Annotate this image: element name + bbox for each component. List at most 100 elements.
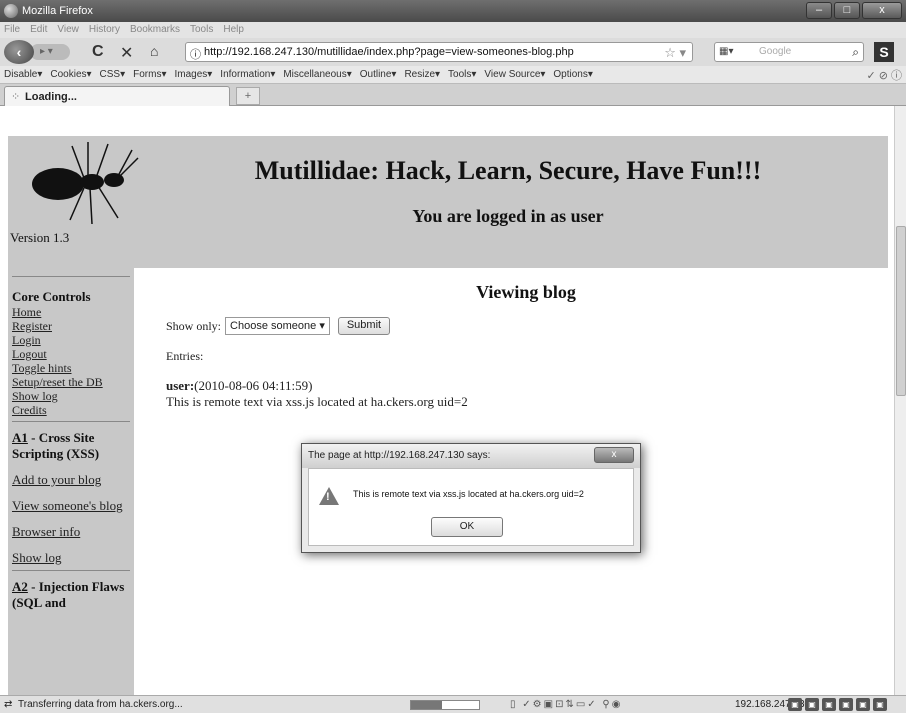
maximize-button[interactable]: □ <box>834 2 860 19</box>
filter-row: Show only: Choose someone ▾ Submit <box>166 317 886 335</box>
addon-icon[interactable]: ▣ <box>805 698 819 711</box>
menu-history[interactable]: History <box>89 22 120 38</box>
entries-label: Entries: <box>166 349 204 363</box>
minimize-button[interactable]: – <box>806 2 832 19</box>
addon-icon[interactable]: ▣ <box>873 698 887 711</box>
loading-progress-bar <box>410 700 480 710</box>
sidebar-divider <box>12 276 130 277</box>
devbar-status-icons: ✓ ⊘ ⓘ <box>866 70 902 82</box>
addon-status-icons: ▣ ▣ ▣ ▣ ▣ ▣ <box>788 698 887 711</box>
window-title: Mozilla Firefox <box>22 5 93 17</box>
dialog-ok-button[interactable]: OK <box>431 517 503 537</box>
window-titlebar: Mozilla Firefox – □ x <box>0 0 906 22</box>
status-bar: ⇄ Transferring data from ha.ckers.org...… <box>0 695 906 713</box>
window-controls: – □ x <box>806 2 902 19</box>
scrollbar-thumb[interactable] <box>896 226 906 396</box>
devbar-outline[interactable]: Outline▾ <box>360 66 397 83</box>
tab-label: Loading... <box>25 91 77 103</box>
dialog-close-button[interactable]: x <box>594 447 634 463</box>
sidebar-link-add-to-blog[interactable]: Add to your blog <box>12 472 130 488</box>
sidebar-link-show-log-a1[interactable]: Show log <box>12 550 130 566</box>
dropdown-arrow-icon: ▾ <box>319 320 325 332</box>
page-heading: Viewing blog <box>476 282 576 302</box>
show-only-label: Show only: <box>166 318 222 333</box>
sidebar-link-setup-reset-db[interactable]: Setup/reset the DB <box>12 375 130 389</box>
menu-bookmarks[interactable]: Bookmarks <box>130 22 180 38</box>
page-viewport: Version 1.3 Mutillidae: Hack, Learn, Sec… <box>0 106 894 695</box>
devbar-disable[interactable]: Disable▾ <box>4 66 42 83</box>
devbar-forms[interactable]: Forms▾ <box>133 66 166 83</box>
sidebar-link-register[interactable]: Register <box>12 319 130 333</box>
devbar-options[interactable]: Options▾ <box>553 66 592 83</box>
login-status: You are logged in as user <box>412 206 604 226</box>
status-text: Transferring data from ha.ckers.org... <box>18 699 183 710</box>
tab-bar: ⁘ Loading... + <box>0 84 906 106</box>
search-engine-icon[interactable]: ▦▾ <box>719 46 733 57</box>
section-a2-link[interactable]: A2 <box>12 579 28 594</box>
section-a2-injection: A2 - Injection Flaws (SQL and <box>12 579 130 611</box>
sidebar-link-login[interactable]: Login <box>12 333 130 347</box>
tab-loading[interactable]: ⁘ Loading... <box>4 86 230 106</box>
menu-view[interactable]: View <box>57 22 79 38</box>
home-icon[interactable]: ⌂ <box>150 43 158 59</box>
sidebar-link-toggle-hints[interactable]: Toggle hints <box>12 361 130 375</box>
addon-icon[interactable]: ▣ <box>822 698 836 711</box>
sidebar-link-view-someones-blog[interactable]: View someone's blog <box>12 498 130 514</box>
author-select-value: Choose someone <box>230 320 317 332</box>
reload-icon[interactable]: C <box>92 43 104 61</box>
sidebar-divider <box>12 570 130 571</box>
search-box[interactable]: ▦▾ Google ⌕ <box>714 42 864 62</box>
entry-timestamp: (2010-08-06 04:11:59) <box>194 378 313 393</box>
devbar-css[interactable]: CSS▾ <box>100 66 126 83</box>
version-label: Version 1.3 <box>10 230 70 245</box>
addon-icon[interactable]: ▣ <box>788 698 802 711</box>
sidebar-link-logout[interactable]: Logout <box>12 347 130 361</box>
main-content: Viewing blog Show only: Choose someone ▾… <box>166 268 886 410</box>
site-title: Mutillidae: Hack, Learn, Secure, Have Fu… <box>254 156 762 185</box>
sidebar-link-browser-info[interactable]: Browser info <box>12 524 130 540</box>
devbar-information[interactable]: Information▾ <box>220 66 275 83</box>
dialog-title: The page at http://192.168.247.130 says: <box>308 450 491 461</box>
menu-file[interactable]: File <box>4 22 20 38</box>
menu-tools[interactable]: Tools <box>190 22 213 38</box>
author-select[interactable]: Choose someone ▾ <box>225 317 330 335</box>
warning-icon: ! <box>319 487 339 505</box>
address-bar[interactable]: ⓘ http://192.168.247.130/mutillidae/inde… <box>185 42 693 62</box>
dialog-titlebar: The page at http://192.168.247.130 says:… <box>302 444 640 468</box>
blog-entry-text: This is remote text via xss.js located a… <box>166 394 468 409</box>
sidebar-link-show-log[interactable]: Show log <box>12 389 130 403</box>
sidebar-link-credits[interactable]: Credits <box>12 403 130 417</box>
section-a1-link[interactable]: A1 <box>12 430 28 445</box>
devbar-images[interactable]: Images▾ <box>174 66 212 83</box>
firefox-icon <box>4 4 18 18</box>
devbar-tools[interactable]: Tools▾ <box>448 66 476 83</box>
sidebar-divider <box>12 421 130 422</box>
devbar-resize[interactable]: Resize▾ <box>404 66 440 83</box>
addon-icon[interactable]: ▣ <box>839 698 853 711</box>
site-info-icon[interactable]: ⓘ <box>190 46 201 62</box>
devbar-cookies[interactable]: Cookies▾ <box>50 66 91 83</box>
search-icon[interactable]: ⌕ <box>852 45 859 60</box>
bookmark-star-icon[interactable]: ☆ ▾ <box>664 45 686 61</box>
submit-button[interactable]: Submit <box>337 317 391 335</box>
url-text[interactable]: http://192.168.247.130/mutillidae/index.… <box>204 46 574 58</box>
forward-button[interactable]: ▸ ▾ <box>30 44 70 60</box>
devbar-view-source[interactable]: View Source▾ <box>484 66 545 83</box>
sidebar: Core Controls Home Register Login Logout… <box>8 268 134 695</box>
back-button[interactable]: ‹ <box>4 40 34 64</box>
menu-help[interactable]: Help <box>223 22 244 38</box>
addon-s-icon[interactable]: S <box>874 42 894 62</box>
statusbar-tool-icons[interactable]: ▯ ✓⚙▣⊡⇅▭✓ ⚲◉ <box>510 699 623 710</box>
devbar-miscellaneous[interactable]: Miscellaneous▾ <box>283 66 351 83</box>
addon-icon[interactable]: ▣ <box>856 698 870 711</box>
new-tab-button[interactable]: + <box>236 87 260 105</box>
loading-spinner-icon: ⁘ <box>11 91 21 103</box>
menu-edit[interactable]: Edit <box>30 22 47 38</box>
sidebar-link-home[interactable]: Home <box>12 305 130 319</box>
entry-author: user: <box>166 378 195 393</box>
close-window-button[interactable]: x <box>862 2 902 19</box>
vertical-scrollbar[interactable] <box>894 106 906 695</box>
section-a1-xss: A1 - Cross Site Scripting (XSS) <box>12 430 130 462</box>
stop-icon[interactable]: ✕ <box>120 43 133 63</box>
ant-logo-icon <box>32 142 139 225</box>
